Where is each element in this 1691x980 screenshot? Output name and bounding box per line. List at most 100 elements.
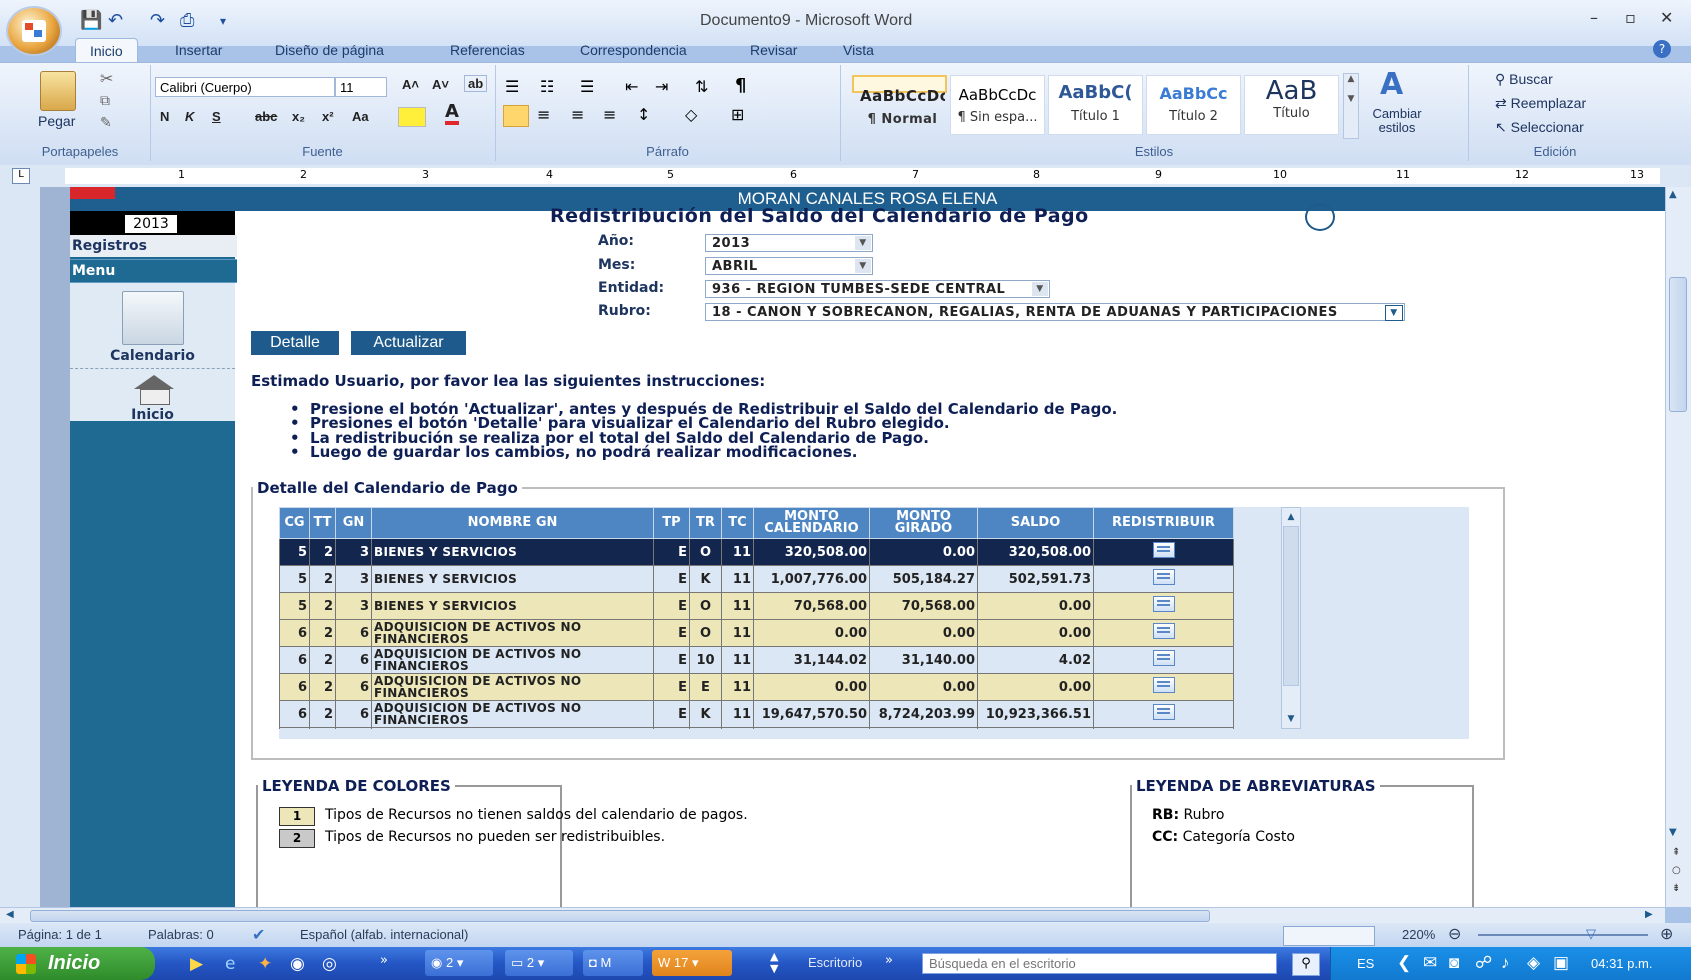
numbering-icon[interactable]: ☷: [540, 77, 554, 96]
restore-button[interactable]: ▫: [1625, 8, 1636, 27]
sort-icon[interactable]: ⇅: [695, 77, 708, 96]
redistribuir-icon[interactable]: [1152, 569, 1175, 585]
italic-button[interactable]: K: [185, 109, 194, 124]
calendar-icon[interactable]: [122, 291, 184, 345]
change-styles-button[interactable]: Cambiar estilos: [1362, 107, 1432, 135]
page-count[interactable]: Página: 1 de 1: [18, 927, 102, 942]
change-case-button[interactable]: Aa: [352, 109, 369, 124]
paste-icon[interactable]: [40, 71, 76, 111]
align-center-icon[interactable]: ≡: [537, 105, 550, 124]
align-right-icon[interactable]: ≡: [571, 105, 584, 124]
rubro-select[interactable]: 18 - CANON Y SOBRECANON, REGALIAS, RENTA…: [705, 303, 1405, 321]
taskbar-item[interactable]: ▭ 2 ▾: [505, 950, 573, 976]
vertical-ruler[interactable]: [0, 187, 41, 907]
bullets-icon[interactable]: ☰: [505, 77, 519, 96]
replace-button[interactable]: ⇄ Reemplazar: [1495, 95, 1586, 112]
col-header[interactable]: TR: [689, 507, 722, 539]
entidad-select[interactable]: 936 - REGION TUMBES-SEDE CENTRAL ▼: [705, 280, 1050, 298]
zoom-level[interactable]: 220%: [1402, 927, 1435, 942]
antivirus-icon[interactable]: ◈: [1527, 953, 1540, 973]
word-count[interactable]: Palabras: 0: [148, 927, 214, 942]
line-spacing-icon[interactable]: ↕: [637, 105, 650, 124]
bold-button[interactable]: N: [160, 109, 169, 124]
clear-format-icon[interactable]: ab: [464, 75, 488, 92]
horizontal-scrollbar[interactable]: ◀ ▶: [0, 907, 1665, 924]
language-status[interactable]: Español (alfab. internacional): [300, 927, 468, 942]
table-row[interactable]: 5 2 3 BIENES Y SERVICIOS E K 11 1,007,776.00 505…: [279, 565, 1234, 593]
view-buttons[interactable]: [1283, 926, 1375, 946]
mail-icon[interactable]: ✉: [1423, 953, 1437, 973]
style-titulo-2[interactable]: AaBbCc Título 2: [1146, 75, 1241, 135]
document-page[interactable]: MORAN CANALES ROSA ELENA 2013 Registros …: [70, 187, 1665, 907]
copy-icon[interactable]: ⧉: [100, 93, 110, 109]
font-size-select[interactable]: 11: [335, 77, 387, 97]
scroll-thumb[interactable]: [30, 910, 1210, 922]
table-viewport[interactable]: CG TT GN NOMBRE GN TP TR TC MONTO CALEND…: [279, 507, 1279, 729]
tab-inicio[interactable]: Inicio: [75, 38, 138, 63]
ie-icon[interactable]: e: [225, 954, 235, 974]
overflow-chevron-icon[interactable]: »: [380, 953, 388, 968]
scroll-thumb[interactable]: [1669, 277, 1687, 412]
superscript-button[interactable]: x²: [322, 109, 334, 124]
nav-registros[interactable]: Registros: [70, 235, 237, 257]
nav-inicio[interactable]: Inicio: [70, 407, 235, 423]
tab-vista[interactable]: Vista: [843, 42, 874, 58]
horizontal-ruler[interactable]: L 1 2 3 4 5 6 7 8 9 10 11 12 13: [0, 165, 1691, 188]
col-header[interactable]: TC: [721, 507, 754, 539]
volume-icon[interactable]: ♪: [1501, 953, 1510, 973]
style-sin-espaciado[interactable]: AaBbCcDc ¶ Sin espa...: [950, 75, 1045, 135]
pilcrow-icon[interactable]: ¶: [735, 75, 746, 96]
proofing-icon[interactable]: ✔: [252, 925, 265, 945]
undo-icon[interactable]: ↶: [108, 10, 123, 31]
taskbar-item[interactable]: ◘ M: [583, 950, 643, 976]
redistribuir-icon[interactable]: [1152, 677, 1175, 693]
messenger-icon[interactable]: ✦: [258, 954, 272, 974]
start-button[interactable]: Inicio: [0, 947, 155, 980]
table-row[interactable]: 626ADQUISICION DE ACTIVOS NO FINANCIEROS…: [279, 727, 1234, 729]
actualizar-button[interactable]: Actualizar: [351, 331, 466, 355]
col-header[interactable]: TP: [653, 507, 690, 539]
anio-select[interactable]: 2013 ▼: [705, 234, 873, 252]
redistribuir-icon[interactable]: [1152, 623, 1175, 639]
col-header[interactable]: MONTO GIRADO: [869, 507, 978, 539]
style-titulo[interactable]: AaB Título: [1244, 75, 1339, 135]
shading-icon[interactable]: ◇: [685, 105, 697, 124]
prev-page-icon[interactable]: ⇞: [1672, 847, 1680, 858]
tab-correspondencia[interactable]: Correspondencia: [580, 42, 687, 58]
table-row[interactable]: 5 2 3 BIENES Y SERVICIOS E O 11 70,568.00 70,568…: [279, 592, 1234, 620]
minimize-button[interactable]: –: [1590, 8, 1598, 27]
strike-button[interactable]: abc: [255, 109, 277, 124]
taskbar-item-active[interactable]: W 17 ▾: [652, 950, 732, 976]
home-icon[interactable]: [134, 375, 174, 389]
print-icon[interactable]: ⎙: [180, 10, 194, 31]
select-button[interactable]: ↖ Seleccionar: [1495, 119, 1584, 136]
desktop-search-input[interactable]: [922, 953, 1277, 974]
redo-icon[interactable]: ↷: [150, 10, 165, 31]
desktop-toolbar[interactable]: Escritorio: [808, 955, 862, 970]
tab-selector-icon[interactable]: L: [12, 168, 30, 184]
nav-menu[interactable]: Menu: [70, 259, 237, 283]
tab-revisar[interactable]: Revisar: [750, 42, 797, 58]
scroll-down-icon[interactable]: ▼: [1283, 711, 1299, 727]
scroll-up-icon[interactable]: ▲: [1669, 189, 1677, 200]
zoom-out-icon[interactable]: ⊖: [1448, 924, 1461, 944]
mes-select[interactable]: ABRIL ▼: [705, 257, 873, 275]
scroll-right-icon[interactable]: ▶: [1645, 909, 1653, 920]
table-row[interactable]: 626ADQUISICION DE ACTIVOS NO FINANCIEROS…: [279, 700, 1234, 728]
save-icon[interactable]: 💾: [80, 10, 102, 31]
zoom-slider-thumb[interactable]: ▽: [1586, 926, 1596, 942]
quicklaunch-icon[interactable]: ◉: [290, 954, 305, 974]
table-scrollbar[interactable]: ▲ ▼: [1281, 507, 1301, 729]
office-button[interactable]: [8, 8, 60, 54]
col-header[interactable]: MONTO CALENDARIO: [753, 507, 870, 539]
col-header[interactable]: SALDO: [977, 507, 1094, 539]
detalle-button[interactable]: Detalle: [251, 331, 339, 355]
print-page-icon[interactable]: [1305, 203, 1335, 231]
change-styles-icon[interactable]: A: [1380, 67, 1403, 102]
col-header[interactable]: GN: [335, 507, 372, 539]
justify-icon[interactable]: ≡: [603, 105, 616, 124]
qat-customize-icon[interactable]: ▾: [220, 14, 226, 28]
search-icon[interactable]: ⚲: [1292, 953, 1320, 976]
styles-scroll[interactable]: ▲ ▼: [1343, 73, 1359, 139]
col-header[interactable]: NOMBRE GN: [371, 507, 654, 539]
